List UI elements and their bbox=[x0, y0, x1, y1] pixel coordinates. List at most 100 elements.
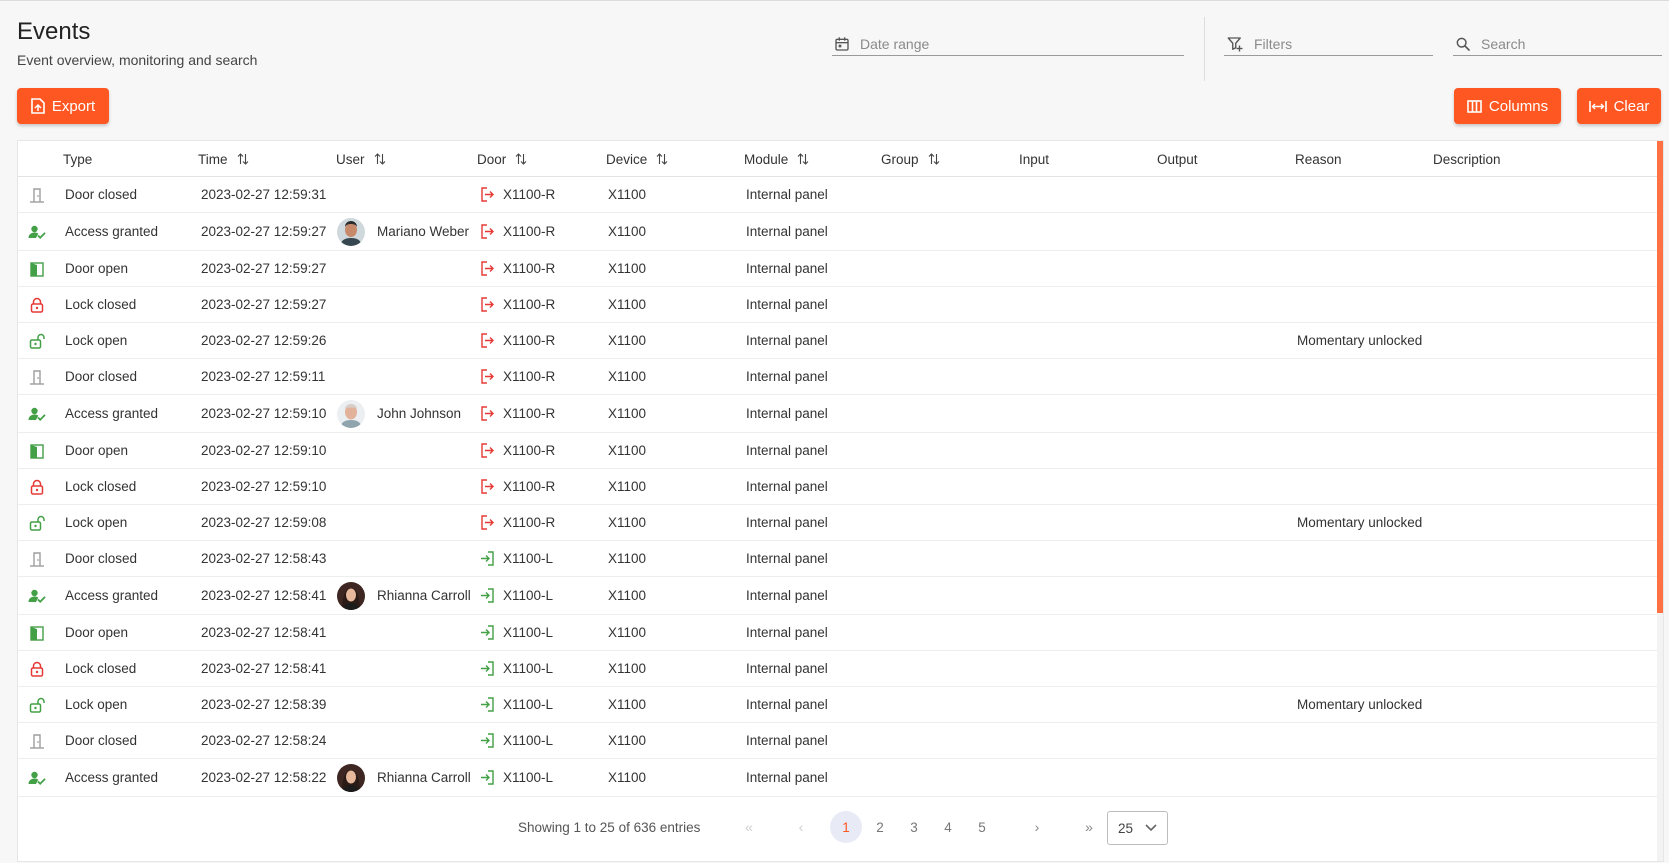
prev-page-button[interactable]: ‹ bbox=[785, 811, 817, 843]
export-button[interactable]: Export bbox=[17, 88, 109, 124]
column-header-device[interactable]: Device bbox=[606, 141, 668, 177]
events-table: Type Time User Door Device Module Group Input Ou… bbox=[17, 140, 1664, 862]
cell-text: X1100-L bbox=[503, 551, 554, 566]
cell-text: Internal panel bbox=[746, 588, 828, 603]
table-row[interactable]: Lock closed 2023-02-27 12:58:41 X1100-L X11… bbox=[18, 651, 1658, 687]
column-header-group[interactable]: Group bbox=[881, 141, 940, 177]
cell-text: 2023-02-27 12:59:10 bbox=[201, 443, 327, 458]
cell-device: X1100 bbox=[608, 177, 646, 212]
table-row[interactable]: Door closed 2023-02-27 12:58:43 X1100-L X11… bbox=[18, 541, 1658, 577]
cell-text: X1100 bbox=[608, 661, 647, 676]
door-closed-icon bbox=[27, 723, 47, 758]
cell-text: X1100-L bbox=[503, 697, 554, 712]
column-header-time[interactable]: Time bbox=[198, 141, 249, 177]
door-entry-icon bbox=[480, 588, 495, 603]
cell-text: X1100-R bbox=[503, 261, 556, 276]
access-granted-icon bbox=[27, 395, 47, 432]
search-input[interactable] bbox=[1481, 35, 1662, 52]
door-entry-icon bbox=[480, 625, 495, 640]
cell-door: X1100-L bbox=[480, 687, 553, 722]
file-export-icon bbox=[31, 98, 45, 114]
avatar bbox=[337, 399, 365, 428]
cell-text: Door open bbox=[65, 625, 129, 640]
cell-text: 2023-02-27 12:58:22 bbox=[201, 770, 327, 785]
column-header-type: Type bbox=[63, 141, 92, 177]
sort-icon[interactable] bbox=[797, 153, 809, 165]
filters-field[interactable] bbox=[1224, 32, 1433, 56]
column-header-label: User bbox=[336, 151, 365, 167]
table-row[interactable]: Door closed 2023-02-27 12:59:31 X1100-R X11… bbox=[18, 177, 1658, 213]
filters-input[interactable] bbox=[1254, 35, 1433, 52]
sort-icon[interactable] bbox=[515, 153, 527, 165]
avatar bbox=[337, 217, 365, 246]
cell-door: X1100-L bbox=[480, 723, 553, 758]
cell-text: 2023-02-27 12:59:27 bbox=[201, 224, 327, 239]
table-row[interactable]: Lock open 2023-02-27 12:59:08 X1100-R X1100… bbox=[18, 505, 1658, 541]
cell-text: Access granted bbox=[65, 588, 159, 603]
table-row[interactable]: Access granted 2023-02-27 12:58:22 Rhianna… bbox=[18, 759, 1658, 797]
table-row[interactable]: Door closed 2023-02-27 12:58:24 X1100-L X11… bbox=[18, 723, 1658, 759]
first-page-button[interactable]: « bbox=[733, 811, 765, 843]
scrollbar-thumb[interactable] bbox=[1657, 141, 1663, 613]
page-size-value: 25 bbox=[1118, 820, 1134, 836]
table-row[interactable]: Lock open 2023-02-27 12:59:26 X1100-R X1100… bbox=[18, 323, 1658, 359]
cell-text: Door closed bbox=[65, 551, 138, 566]
columns-button[interactable]: Columns bbox=[1454, 88, 1561, 124]
sort-icon[interactable] bbox=[374, 153, 386, 165]
date-range-input[interactable] bbox=[860, 35, 1184, 52]
cell-text: X1100 bbox=[608, 443, 647, 458]
column-header-door[interactable]: Door bbox=[477, 141, 527, 177]
date-range-field[interactable] bbox=[832, 32, 1184, 56]
column-header-user[interactable]: User bbox=[336, 141, 386, 177]
page-size-select[interactable]: 25 bbox=[1107, 811, 1168, 845]
page-button-4[interactable]: 4 bbox=[932, 811, 964, 843]
next-page-button[interactable]: › bbox=[1021, 811, 1053, 843]
page-button-1[interactable]: 1 bbox=[830, 811, 862, 843]
cell-time: 2023-02-27 12:58:39 bbox=[201, 687, 326, 722]
paginator: Showing 1 to 25 of 636 entries « ‹ 12345… bbox=[18, 797, 1658, 857]
table-row[interactable]: Door closed 2023-02-27 12:59:11 X1100-R X11… bbox=[18, 359, 1658, 395]
cell-module: Internal panel bbox=[746, 287, 828, 322]
page-button-5[interactable]: 5 bbox=[966, 811, 998, 843]
cell-device: X1100 bbox=[608, 359, 646, 394]
cell-text: Momentary unlocked bbox=[1297, 515, 1423, 530]
cell-text: X1100-R bbox=[503, 187, 556, 202]
table-row[interactable]: Access granted 2023-02-27 12:59:27 Mariano… bbox=[18, 213, 1658, 251]
cell-device: X1100 bbox=[608, 541, 646, 576]
table-scrollbar[interactable] bbox=[1657, 141, 1663, 861]
table-row[interactable]: Access granted 2023-02-27 12:58:41 Rhianna… bbox=[18, 577, 1658, 615]
sort-icon[interactable] bbox=[928, 153, 940, 165]
cell-user: Rhianna Carroll bbox=[337, 577, 471, 614]
cell-door: X1100-R bbox=[480, 287, 555, 322]
table-row[interactable]: Door open 2023-02-27 12:59:10 X1100-R X1100… bbox=[18, 433, 1658, 469]
cell-text: Door closed bbox=[65, 733, 138, 748]
page-button-3[interactable]: 3 bbox=[898, 811, 930, 843]
table-row[interactable]: Door open 2023-02-27 12:59:27 X1100-R X1100… bbox=[18, 251, 1658, 287]
column-header-module[interactable]: Module bbox=[744, 141, 809, 177]
cell-text: Internal panel bbox=[746, 479, 828, 494]
cell-type: Door closed bbox=[65, 723, 137, 758]
sort-icon[interactable] bbox=[237, 153, 249, 165]
cell-text: X1100-L bbox=[503, 733, 554, 748]
table-row[interactable]: Door open 2023-02-27 12:58:41 X1100-L X1100… bbox=[18, 615, 1658, 651]
cell-text: 2023-02-27 12:59:08 bbox=[201, 515, 327, 530]
cell-device: X1100 bbox=[608, 651, 646, 686]
last-page-button[interactable]: » bbox=[1073, 811, 1105, 843]
cell-text: X1100-R bbox=[503, 297, 556, 312]
table-row[interactable]: Lock closed 2023-02-27 12:59:10 X1100-R X11… bbox=[18, 469, 1658, 505]
sort-icon[interactable] bbox=[656, 153, 668, 165]
table-row[interactable]: Lock open 2023-02-27 12:58:39 X1100-L X1100… bbox=[18, 687, 1658, 723]
table-row[interactable]: Access granted 2023-02-27 12:59:10 John Jo… bbox=[18, 395, 1658, 433]
clear-button[interactable]: Clear bbox=[1577, 88, 1661, 124]
chevron-down-icon bbox=[1145, 824, 1157, 832]
search-field[interactable] bbox=[1453, 32, 1662, 56]
cell-text: Lock closed bbox=[65, 661, 137, 676]
table-row[interactable]: Lock closed 2023-02-27 12:59:27 X1100-R X11… bbox=[18, 287, 1658, 323]
page-button-2[interactable]: 2 bbox=[864, 811, 896, 843]
avatar bbox=[337, 581, 365, 610]
cell-module: Internal panel bbox=[746, 469, 828, 504]
cell-device: X1100 bbox=[608, 759, 646, 796]
cell-door: X1100-R bbox=[480, 395, 555, 432]
cell-device: X1100 bbox=[608, 577, 646, 614]
cell-door: X1100-R bbox=[480, 323, 555, 358]
